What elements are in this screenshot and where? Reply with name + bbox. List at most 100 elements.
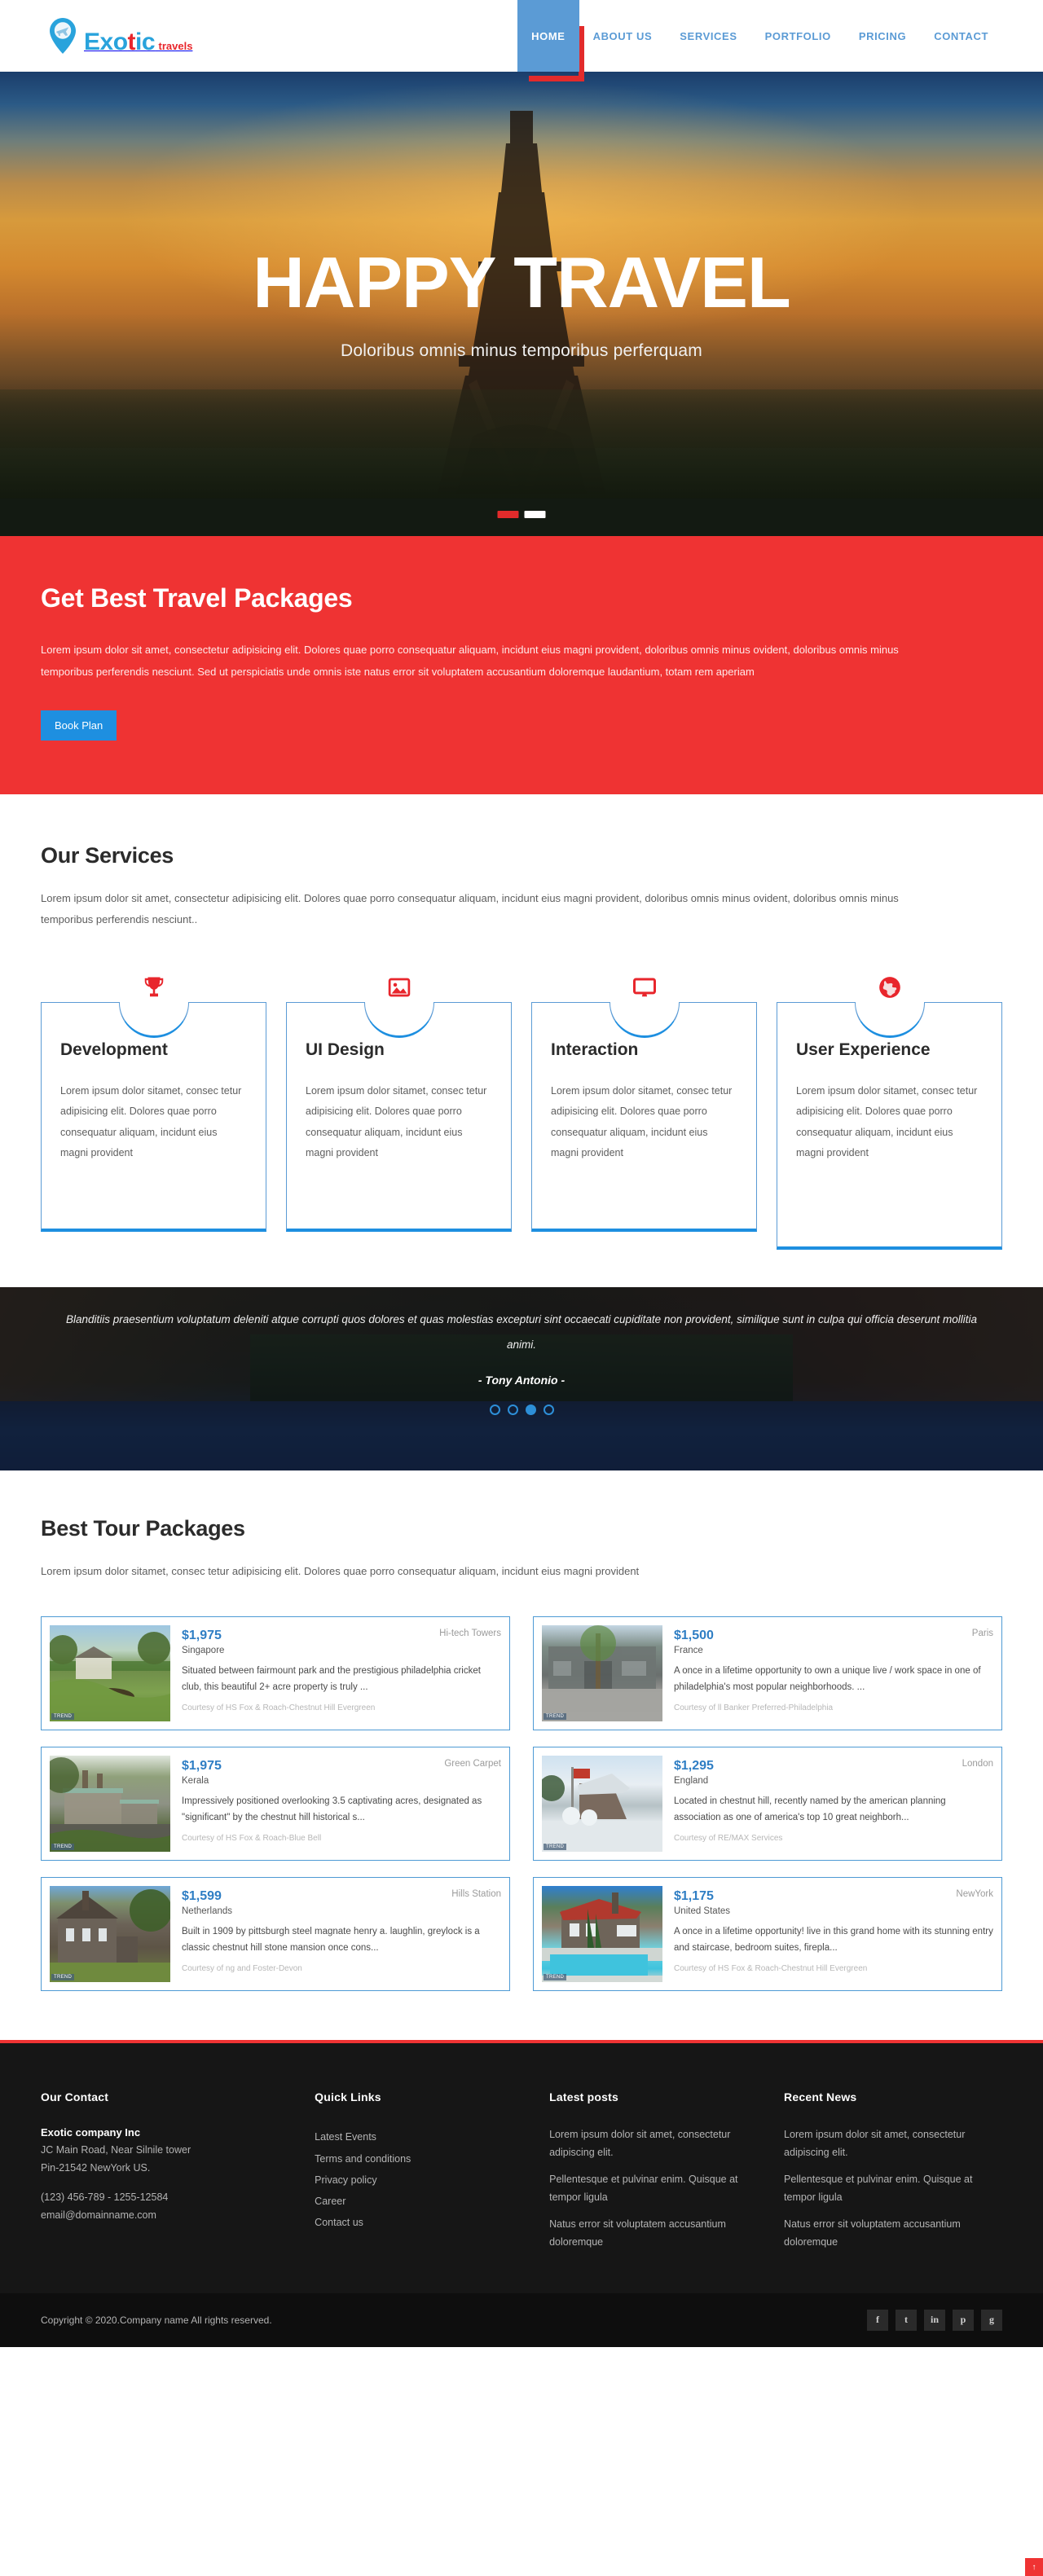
packages-section: Best Tour Packages Lorem ipsum dolor sit…	[0, 1470, 1043, 2041]
service-card-interaction[interactable]: Interaction Lorem ipsum dolor sitamet, c…	[531, 978, 757, 1233]
package-price: $1,975	[182, 1629, 222, 1643]
package-description: Impressively positioned overlooking 3.5 …	[182, 1796, 482, 1823]
service-card-text: Lorem ipsum dolor sitamet, consec tetur …	[60, 1084, 242, 1159]
footer-post-item[interactable]: Pellentesque et pulvinar enim. Quisque a…	[549, 2171, 768, 2207]
package-courtesy: Courtesy of HS Fox & Roach-Blue Bell	[182, 1833, 322, 1843]
package-courtesy: Courtesy of HS Fox & Roach-Chestnut Hill…	[182, 1703, 376, 1712]
nav-item-portfolio[interactable]: PORTFOLIO	[751, 0, 845, 72]
service-card-development[interactable]: Development Lorem ipsum dolor sitamet, c…	[41, 977, 266, 1233]
facebook-icon[interactable]: f	[867, 2309, 888, 2331]
footer-company-name: Exotic company Inc	[41, 2126, 141, 2139]
nav-item-pricing[interactable]: PRICING	[845, 0, 920, 72]
package-price: $1,175	[674, 1889, 714, 1904]
google-plus-icon[interactable]: g	[981, 2309, 1002, 2331]
hero-banner: HAPPY TRAVEL Doloribus omnis minus tempo…	[0, 72, 1043, 536]
package-card[interactable]: TREND $1,975 Hi-tech Towers Singapore Si…	[41, 1616, 510, 1731]
testimonial-dot-2[interactable]	[507, 1404, 518, 1416]
package-card[interactable]: TREND $1,599 Hills Station Netherlands B…	[41, 1877, 510, 1992]
thumb-badge: TREND	[51, 1844, 75, 1851]
package-thumbnail: TREND	[542, 1756, 662, 1853]
footer-post-item[interactable]: Natus error sit voluptatem accusantium d…	[549, 2216, 768, 2252]
footer-link-contact-us[interactable]: Contact us	[315, 2212, 533, 2233]
packages-description: Lorem ipsum dolor sitamet, consec tetur …	[41, 1565, 640, 1578]
footer-phone[interactable]: (123) 456-789 - 1255-12584	[41, 2189, 298, 2207]
package-card[interactable]: TREND $1,295 London England Located in c…	[533, 1747, 1002, 1862]
nav-item-about-us[interactable]: ABOUT US	[579, 0, 667, 72]
footer-column-latest-posts: Latest posts Lorem ipsum dolor sit amet,…	[549, 2090, 768, 2260]
service-card-title: UI Design	[306, 1040, 385, 1060]
services-title: Our Services	[41, 843, 174, 868]
package-card[interactable]: TREND $1,500 Paris France A once in a li…	[533, 1616, 1002, 1731]
footer-column-recent-news: Recent News Lorem ipsum dolor sit amet, …	[784, 2090, 1002, 2260]
footer-address-line-1: JC Main Road, Near Silnile tower	[41, 2144, 191, 2156]
site-logo[interactable]: Exotic travels	[41, 17, 192, 55]
services-section: Our Services Lorem ipsum dolor sit amet,…	[0, 794, 1043, 1288]
footer-news-item[interactable]: Lorem ipsum dolor sit amet, consectetur …	[784, 2126, 1002, 2162]
book-plan-button[interactable]: Book Plan	[41, 710, 117, 741]
package-description: A once in a lifetime opportunity to own …	[674, 1666, 981, 1693]
package-place: Green Carpet	[444, 1759, 501, 1769]
package-place: Hi-tech Towers	[439, 1629, 501, 1639]
package-card[interactable]: TREND $1,975 Green Carpet Kerala Impress…	[41, 1747, 510, 1862]
logo-tagline: travels	[158, 40, 193, 52]
nav-item-home[interactable]: HOME	[517, 0, 585, 81]
footer-link-career[interactable]: Career	[315, 2191, 533, 2212]
hero-title: HAPPY TRAVEL	[253, 242, 791, 323]
package-thumbnail: TREND	[542, 1625, 662, 1722]
footer-news-item[interactable]: Pellentesque et pulvinar enim. Quisque a…	[784, 2171, 1002, 2207]
footer-link-privacy-policy[interactable]: Privacy policy	[315, 2169, 533, 2191]
package-card[interactable]: TREND $1,175 NewYork United States A onc…	[533, 1877, 1002, 1992]
nav-item-services[interactable]: SERVICES	[666, 0, 750, 72]
footer-post-item[interactable]: Lorem ipsum dolor sit amet, consectetur …	[549, 2126, 768, 2162]
footer-column-contact: Our Contact Exotic company Inc JC Main R…	[41, 2090, 298, 2260]
service-card-ui-design[interactable]: UI Design Lorem ipsum dolor sitamet, con…	[286, 978, 512, 1233]
package-price: $1,500	[674, 1629, 714, 1643]
scroll-to-top-button[interactable]: ↑	[1025, 2558, 1043, 2576]
twitter-icon[interactable]: t	[896, 2309, 917, 2331]
nav-item-contact[interactable]: CONTACT	[920, 0, 1002, 72]
service-card-title: Development	[60, 1040, 168, 1060]
package-description: Situated between fairmount park and the …	[182, 1666, 481, 1693]
footer-link-latest-events[interactable]: Latest Events	[315, 2126, 533, 2147]
globe-icon	[872, 969, 908, 1005]
package-country: England	[674, 1776, 709, 1787]
package-description: A once in a lifetime opportunity! live i…	[674, 1927, 993, 1954]
testimonial-dot-1[interactable]	[489, 1404, 500, 1416]
package-price: $1,599	[182, 1889, 222, 1904]
package-price: $1,295	[674, 1759, 714, 1774]
promo-title: Get Best Travel Packages	[41, 583, 353, 613]
hero-slide-dot-2[interactable]	[524, 511, 546, 518]
site-footer: Our Contact Exotic company Inc JC Main R…	[0, 2040, 1043, 2293]
package-place: Hills Station	[451, 1889, 501, 1900]
packages-title: Best Tour Packages	[41, 1516, 245, 1541]
testimonial-author: - Tony Antonio -	[477, 1374, 566, 1387]
thumb-badge: TREND	[51, 1974, 75, 1981]
package-place: NewYork	[956, 1889, 993, 1900]
thumb-badge: TREND	[544, 1844, 567, 1851]
package-country: France	[674, 1646, 703, 1656]
linkedin-icon[interactable]: in	[924, 2309, 945, 2331]
logo-wordmark: Exotic	[84, 29, 156, 55]
service-card-title: User Experience	[796, 1040, 931, 1060]
testimonial-slider-indicators	[41, 1404, 1002, 1416]
testimonial-dot-3[interactable]	[525, 1404, 536, 1416]
footer-link-terms[interactable]: Terms and conditions	[315, 2148, 533, 2169]
hero-slide-dot-1[interactable]	[497, 511, 519, 518]
package-country: Netherlands	[182, 1906, 233, 1917]
map-pin-airplane-icon	[47, 17, 78, 55]
service-card-title: Interaction	[551, 1040, 639, 1060]
services-description: Lorem ipsum dolor sit amet, consectetur …	[41, 892, 899, 926]
service-card-user-experience[interactable]: User Experience Lorem ipsum dolor sitame…	[777, 977, 1002, 1251]
package-place: Paris	[971, 1629, 993, 1639]
promo-paragraph: Lorem ipsum dolor sit amet, consectetur …	[41, 644, 899, 678]
thumb-badge: TREND	[51, 1713, 75, 1721]
thumb-badge: TREND	[544, 1713, 567, 1721]
footer-news-item[interactable]: Natus error sit voluptatem accusantium d…	[784, 2216, 1002, 2252]
package-thumbnail: TREND	[50, 1886, 170, 1983]
testimonial-dot-4[interactable]	[543, 1404, 554, 1416]
pinterest-icon[interactable]: p	[953, 2309, 974, 2331]
package-courtesy: Courtesy of ll Banker Preferred-Philadel…	[674, 1703, 834, 1712]
trophy-icon	[136, 969, 172, 1005]
desktop-monitor-icon	[627, 969, 662, 1005]
footer-email[interactable]: email@domainname.com	[41, 2207, 298, 2225]
